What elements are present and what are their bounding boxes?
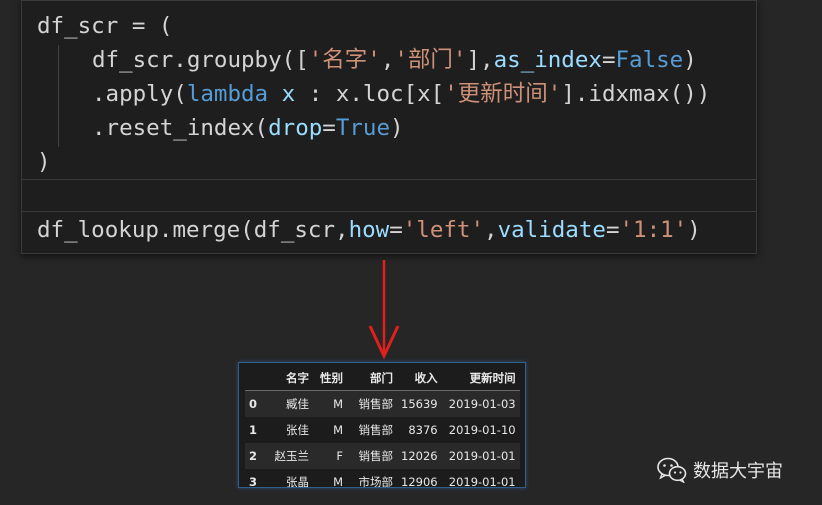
column-header-department: 部门: [347, 366, 397, 391]
code-text: .reset_index(: [92, 115, 269, 141]
code-text: df_scr = (: [37, 13, 173, 39]
lambda-parameter: x: [281, 81, 296, 107]
keyword-argument: how: [348, 217, 390, 243]
code-text: .apply(: [92, 81, 187, 107]
code-text: df_lookup.merge(df_scr,: [37, 217, 349, 243]
cell-department: 销售部: [358, 423, 394, 437]
code-cell-empty-line[interactable]: [22, 179, 756, 212]
code-text: ): [687, 217, 701, 243]
cell-income: 15639: [397, 390, 442, 417]
screenshot-canvas: df_scr = ( df_scr.groupby(['名字','部门'],as…: [0, 0, 822, 505]
code-line-4[interactable]: .reset_index(drop=True): [92, 113, 404, 143]
code-text: =: [601, 47, 616, 73]
code-text: ): [390, 115, 404, 141]
code-text: ): [37, 149, 51, 175]
column-header-update-time: 更新时间: [441, 366, 520, 391]
cell-name: 臧佳: [267, 390, 313, 417]
code-text: ],: [466, 47, 494, 73]
row-index: 0: [245, 390, 267, 417]
cell-gender: M: [313, 390, 347, 417]
column-header-index: [245, 366, 267, 391]
indent-guide: [58, 45, 59, 147]
cell-update-time: 2019-01-03: [441, 390, 520, 417]
cell-gender: M: [333, 475, 343, 488]
string-literal: 'left': [402, 217, 485, 243]
keyword-argument: validate: [497, 217, 606, 243]
code-text: =: [605, 217, 620, 243]
cell-department: 市场部: [358, 475, 394, 488]
down-arrow-icon: [368, 260, 400, 360]
row-index: 3: [249, 475, 258, 488]
cell-name: 张佳: [286, 423, 309, 437]
cell-income: 12026: [397, 443, 442, 469]
cell-gender: M: [333, 423, 343, 437]
cell-department: 销售部: [347, 443, 397, 469]
watermark: 数据大宇宙: [657, 455, 783, 485]
keyword-lambda: lambda: [186, 81, 269, 107]
cell-name: 赵玉兰: [267, 443, 313, 469]
table-header-row: 名字 性别 部门 收入 更新时间: [245, 366, 520, 391]
keyword-argument: as_index: [493, 47, 602, 73]
wechat-icon: [657, 457, 687, 483]
cell-name: 张晶: [286, 475, 309, 488]
row-index: 1: [249, 423, 258, 437]
cell-gender: F: [313, 443, 347, 469]
code-text: df_scr.groupby([: [92, 47, 309, 73]
column-header-gender: 性别: [313, 366, 347, 391]
code-line-6[interactable]: df_lookup.merge(df_scr,how='left',valida…: [37, 215, 701, 245]
string-literal: '名字': [308, 47, 381, 73]
cell-income: 12906: [401, 475, 438, 488]
code-line-2[interactable]: df_scr.groupby(['名字','部门'],as_index=Fals…: [92, 45, 697, 75]
code-line-5[interactable]: ): [37, 147, 51, 177]
code-text: ,: [380, 47, 395, 73]
code-line-1[interactable]: df_scr = (: [37, 11, 172, 41]
code-text: ): [683, 47, 697, 73]
dataframe-output: 名字 性别 部门 收入 更新时间 0 臧佳 M 销售部 15639 2019-0…: [238, 362, 526, 488]
code-line-3[interactable]: .apply(lambda x : x.loc[x['更新时间'].idxmax…: [92, 79, 710, 109]
code-text: ].idxmax()): [561, 81, 711, 107]
keyword-constant: True: [335, 115, 391, 141]
code-text: =: [322, 115, 336, 141]
string-literal: '1:1': [619, 217, 688, 243]
code-text: ,: [484, 217, 498, 243]
cell-update-time: 2019-01-01: [441, 443, 520, 469]
cell-update-time: 2019-01-10: [448, 423, 516, 437]
keyword-constant: False: [615, 47, 684, 73]
code-text: : x.loc[x[: [295, 81, 445, 107]
row-index: 2: [245, 443, 267, 469]
code-editor-panel[interactable]: df_scr = ( df_scr.groupby(['名字','部门'],as…: [21, 0, 757, 254]
keyword-argument: drop: [268, 115, 323, 141]
cell-department: 销售部: [347, 390, 397, 417]
column-header-name: 名字: [267, 366, 313, 391]
table-row: 2 赵玉兰 F 销售部 12026 2019-01-01: [245, 443, 520, 469]
code-text: =: [389, 217, 403, 243]
dataframe-table: 名字 性别 部门 收入 更新时间 0 臧佳 M 销售部 15639 2019-0…: [245, 366, 520, 488]
table-row: 3 张晶 M 市场部 12906 2019-01-01: [245, 469, 520, 488]
cell-update-time: 2019-01-01: [448, 475, 516, 488]
string-literal: '部门': [394, 47, 467, 73]
watermark-text: 数据大宇宙: [693, 461, 783, 482]
table-row: 1 张佳 M 销售部 8376 2019-01-10: [245, 417, 520, 443]
string-literal: '更新时间': [444, 81, 562, 107]
cell-income: 8376: [408, 423, 438, 437]
column-header-income: 收入: [397, 366, 442, 391]
table-row: 0 臧佳 M 销售部 15639 2019-01-03: [245, 390, 520, 417]
